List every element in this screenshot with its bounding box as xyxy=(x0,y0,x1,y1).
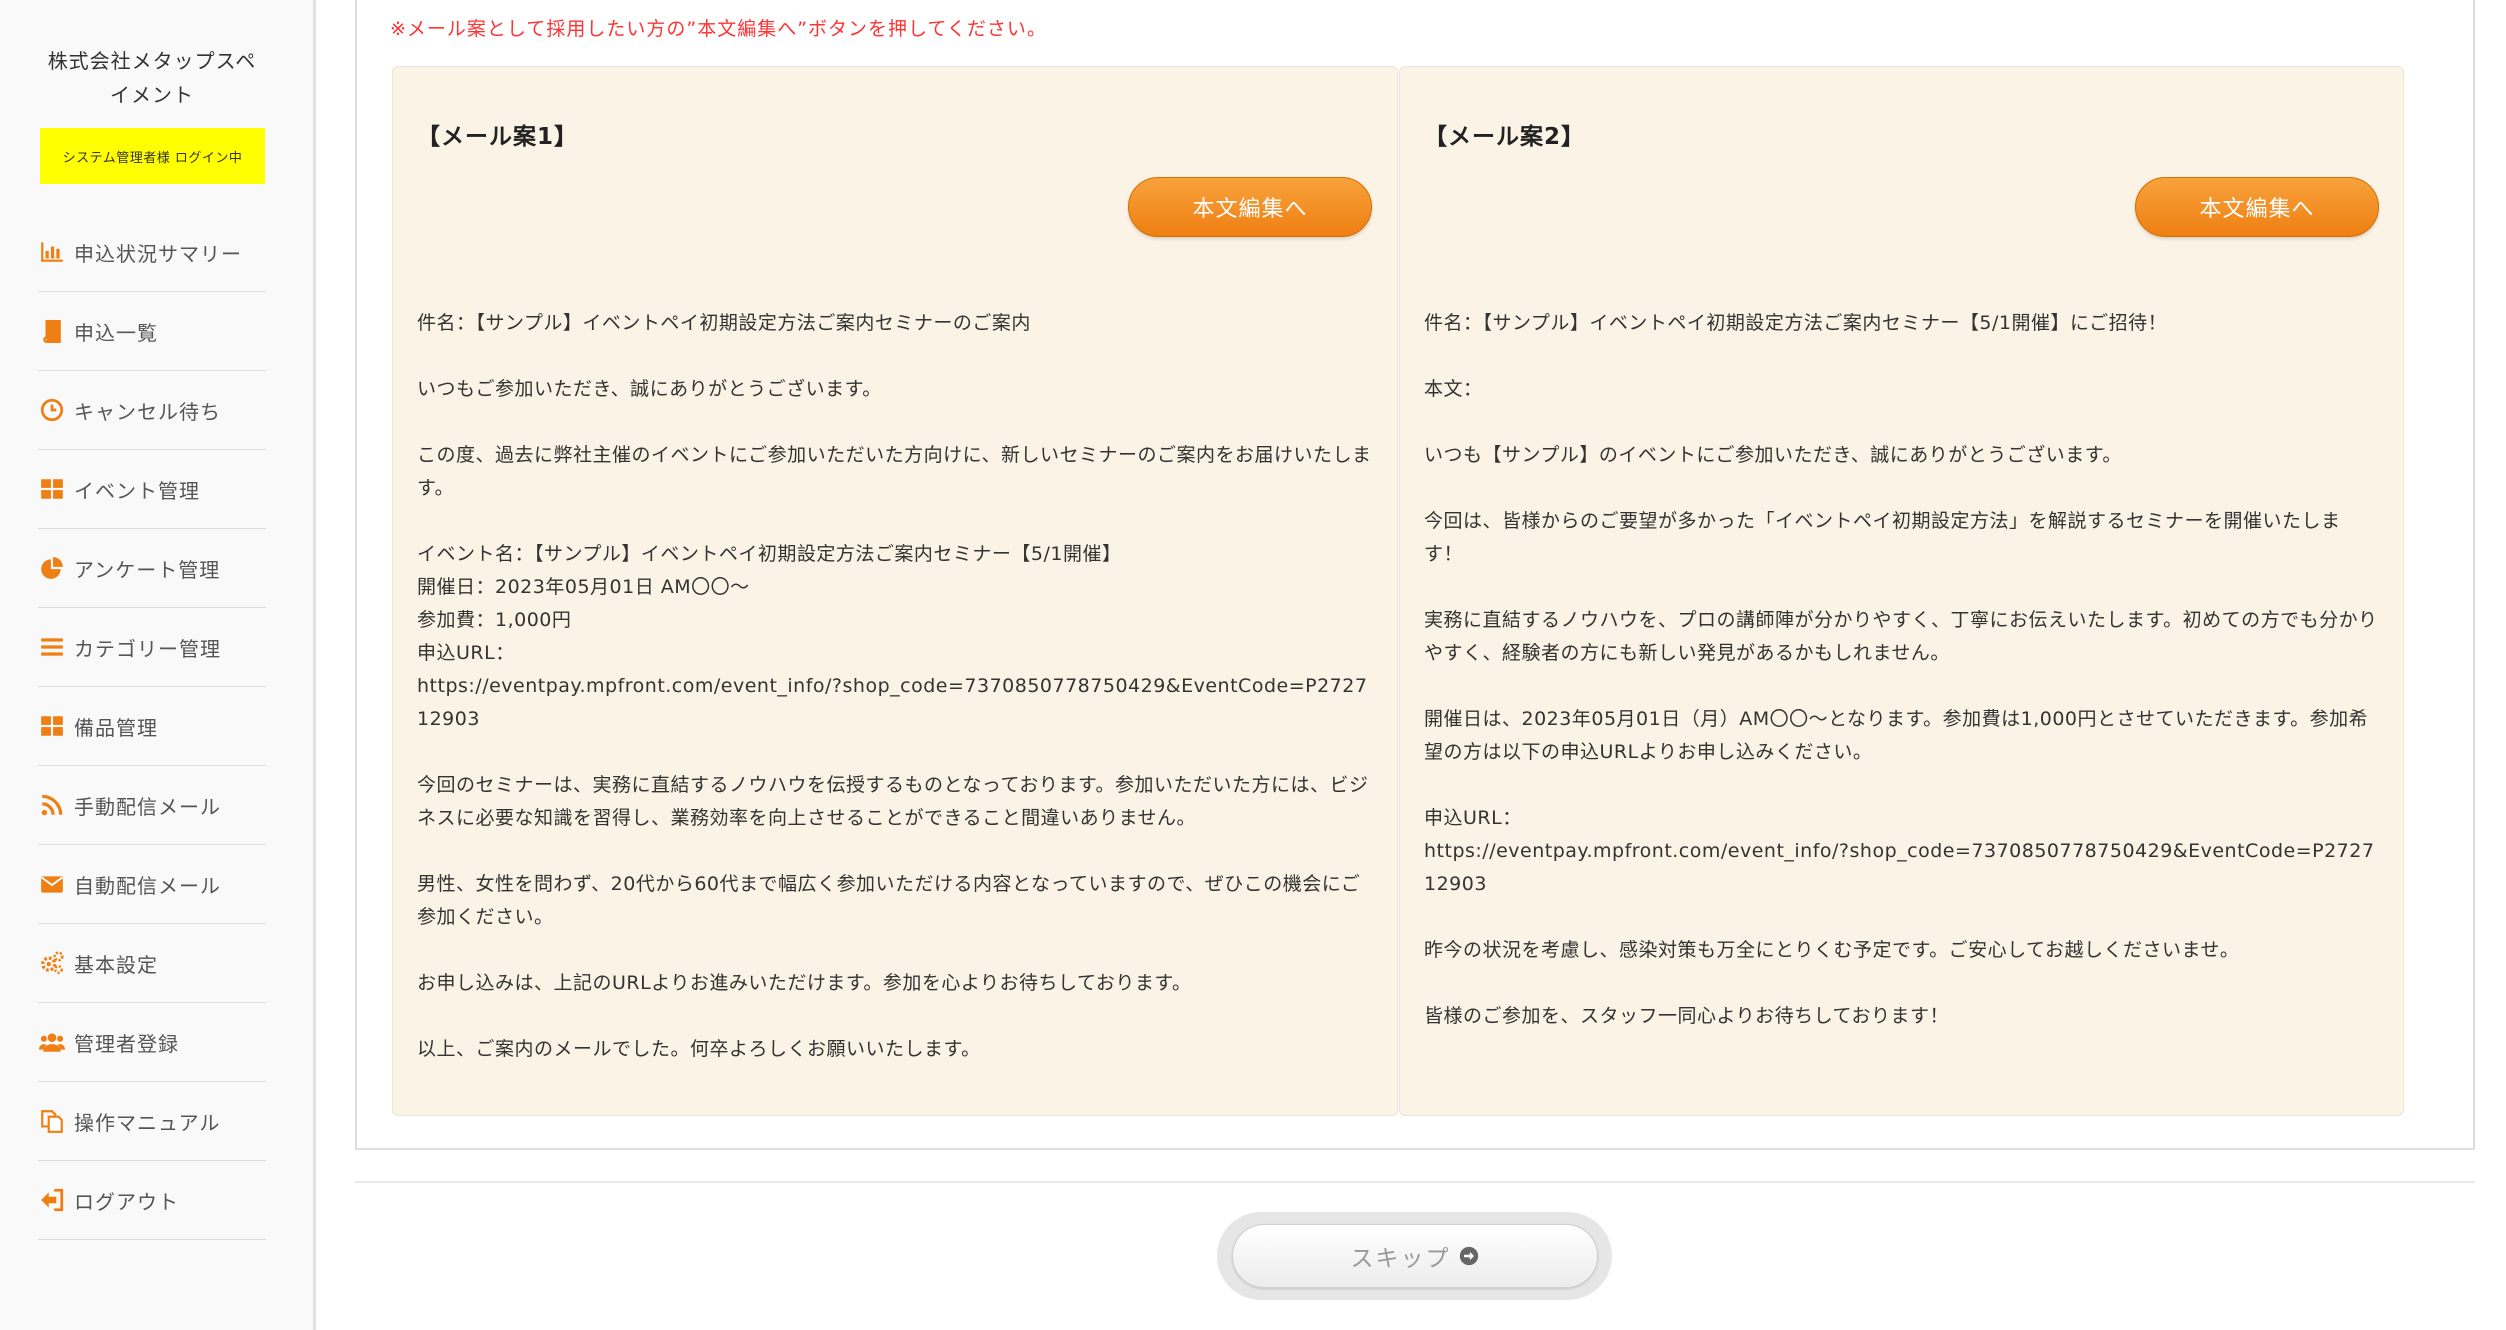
mail-paragraph: 本文： xyxy=(1424,378,1483,400)
sidebar-item-categories[interactable]: カテゴリー管理 xyxy=(38,608,266,687)
sidebar-item-summary[interactable]: 申込状況サマリー xyxy=(38,213,266,292)
rss-icon xyxy=(38,791,66,819)
mail-paragraph: 実務に直結するノウハウを、プロの講師陣が分かりやすく、丁寧にお伝えいたします。初… xyxy=(1424,609,2378,664)
bar-chart-icon xyxy=(38,238,66,266)
mail-draft-title: 【メール案1】 xyxy=(417,124,579,150)
sidebar-item-waitlist[interactable]: キャンセル待ち xyxy=(38,371,266,450)
login-status-badge: システム管理者様 ログイン中 xyxy=(40,128,265,184)
mail-paragraph: イベント名：【サンプル】イベントペイ初期設定方法ご案内セミナー【5/1開催】 開… xyxy=(417,543,1368,730)
mail-draft-card-2: 【メール案2】 本文編集へ 件名：【サンプル】イベントペイ初期設定方法ご案内セミ… xyxy=(1399,66,2404,1116)
mail-paragraph: 皆様のご参加を、スタッフ一同心よりお待ちしております！ xyxy=(1424,1005,1949,1027)
sign-out-icon xyxy=(38,1186,66,1214)
sidebar-item-applications[interactable]: 申込一覧 xyxy=(38,292,266,371)
sidebar-item-events[interactable]: イベント管理 xyxy=(38,450,266,529)
mail-draft-body: 件名：【サンプル】イベントペイ初期設定方法ご案内セミナー【5/1開催】にご招待！… xyxy=(1424,307,2379,1066)
sidebar-item-label: アンケート管理 xyxy=(74,557,221,582)
sidebar-item-label: 申込一覧 xyxy=(74,320,158,345)
edit-body-button[interactable]: 本文編集へ xyxy=(2135,177,2379,237)
sidebar-item-logout[interactable]: ログアウト xyxy=(38,1161,266,1240)
grid-icon xyxy=(38,475,66,503)
users-icon xyxy=(38,1028,66,1056)
sidebar-item-label: 備品管理 xyxy=(74,715,158,740)
skip-button[interactable]: スキップ xyxy=(1231,1224,1598,1288)
mail-paragraph: 昨今の状況を考慮し、感染対策も万全にとりくむ予定です。ご安心してお越しくださいま… xyxy=(1424,939,2240,961)
sidebar-item-label: 申込状況サマリー xyxy=(74,241,242,266)
sidebar-item-label: イベント管理 xyxy=(74,478,200,503)
company-name: 株式会社メタップスペイメント xyxy=(47,49,257,107)
sidebar: 株式会社メタップスペイメント システム管理者様 ログイン中 申込状況サマリー 申… xyxy=(0,0,316,1330)
sidebar-item-label: カテゴリー管理 xyxy=(74,636,221,661)
copy-icon xyxy=(38,1107,66,1135)
mail-paragraph: この度、過去に弊社主催のイベントにご参加いただいた方向けに、新しいセミナーのご案… xyxy=(417,444,1372,499)
mail-draft-title: 【メール案2】 xyxy=(1424,124,1586,150)
sidebar-item-manual[interactable]: 操作マニュアル xyxy=(38,1082,266,1161)
gears-icon xyxy=(38,949,66,977)
mail-draft-card-1: 【メール案1】 本文編集へ 件名：【サンプル】イベントペイ初期設定方法ご案内セミ… xyxy=(392,66,1398,1116)
sidebar-item-label: キャンセル待ち xyxy=(74,399,221,424)
sidebar-item-label: 手動配信メール xyxy=(74,794,221,819)
grid-icon xyxy=(38,712,66,740)
sidebar-menu: 申込状況サマリー 申込一覧 キャンセル待ち イベント管理 アンケート管理 カテゴ… xyxy=(38,213,266,1240)
list-icon xyxy=(38,633,66,661)
mail-paragraph: 件名：【サンプル】イベントペイ初期設定方法ご案内セミナーのご案内 xyxy=(417,312,1031,334)
sidebar-item-label: 自動配信メール xyxy=(74,873,221,898)
sidebar-item-equipment[interactable]: 備品管理 xyxy=(38,687,266,766)
mail-paragraph: お申し込みは、上記のURLよりお進みいただけます。参加を心よりお待ちしております… xyxy=(417,972,1192,994)
sidebar-item-auto-mail[interactable]: 自動配信メール xyxy=(38,845,266,924)
mail-paragraph: 今回は、皆様からのご要望が多かった「イベントペイ初期設定方法」を解説するセミナー… xyxy=(1424,510,2341,565)
mail-paragraph: 今回のセミナーは、実務に直結するノウハウを伝授するものとなっております。参加いた… xyxy=(417,774,1369,829)
sidebar-item-label: 操作マニュアル xyxy=(74,1110,221,1135)
clock-icon xyxy=(38,396,66,424)
mail-paragraph: 開催日は、2023年05月01日（月）AM〇〇～となります。参加費は1,000円… xyxy=(1424,708,2369,763)
edit-body-button[interactable]: 本文編集へ xyxy=(1128,177,1372,237)
arrow-circle-right-icon xyxy=(1459,1246,1478,1266)
mail-paragraph: いつも【サンプル】のイベントにご参加いただき、誠にありがとうございます。 xyxy=(1424,444,2122,466)
sidebar-item-label: ログアウト xyxy=(74,1189,179,1214)
mail-paragraph: いつもご参加いただき、誠にありがとうございます。 xyxy=(417,378,882,400)
sidebar-item-manual-mail[interactable]: 手動配信メール xyxy=(38,766,266,845)
pie-chart-icon xyxy=(38,554,66,582)
section-divider xyxy=(355,1181,2475,1183)
sidebar-item-admins[interactable]: 管理者登録 xyxy=(38,1003,266,1082)
mail-draft-body: 件名：【サンプル】イベントペイ初期設定方法ご案内セミナーのご案内 いつもご参加い… xyxy=(417,307,1373,1099)
skip-button-wrapper: スキップ xyxy=(1217,1212,1612,1300)
book-icon xyxy=(38,317,66,345)
sidebar-item-label: 基本設定 xyxy=(74,952,158,977)
mail-paragraph: 男性、女性を問わず、20代から60代まで幅広く参加いただける内容となっていますの… xyxy=(417,873,1361,928)
mail-paragraph: 件名：【サンプル】イベントペイ初期設定方法ご案内セミナー【5/1開催】にご招待！ xyxy=(1424,312,2168,334)
instruction-notice: ※メール案として採用したい方の”本文編集へ”ボタンを押してください。 xyxy=(390,18,1047,40)
sidebar-item-surveys[interactable]: アンケート管理 xyxy=(38,529,266,608)
mail-paragraph: 以上、ご案内のメールでした。何卒よろしくお願いいたします。 xyxy=(417,1038,981,1060)
sidebar-item-settings[interactable]: 基本設定 xyxy=(38,924,266,1003)
envelope-icon xyxy=(38,870,66,898)
mail-paragraph: 申込URL： https://eventpay.mpfront.com/even… xyxy=(1424,807,2375,895)
sidebar-item-label: 管理者登録 xyxy=(74,1031,179,1056)
skip-label: スキップ xyxy=(1350,1246,1451,1272)
